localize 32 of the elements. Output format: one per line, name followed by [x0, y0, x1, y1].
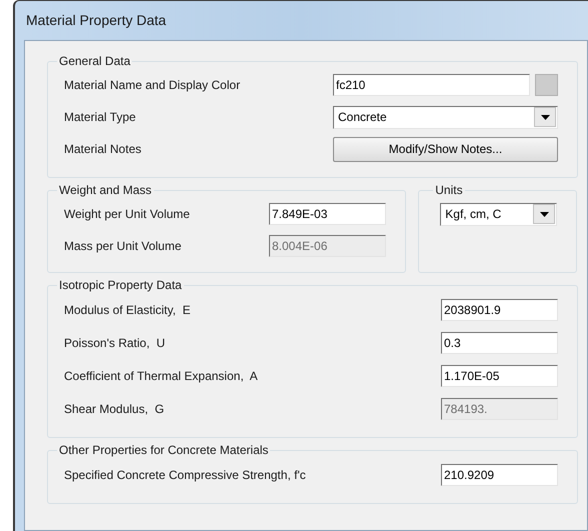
field-label: Coefficient of Thermal Expansion, A	[64, 368, 259, 384]
group-title: Weight and Mass	[58, 182, 152, 198]
window-title: Material Property Data	[26, 11, 166, 30]
color-swatch[interactable]	[535, 74, 558, 96]
field-label: Specified Concrete Compressive Strength, f'c	[64, 466, 307, 484]
dropdown[interactable]: Concrete	[333, 106, 558, 128]
field-label: Material Type	[64, 109, 137, 126]
input-field[interactable]: 7.849E-03	[269, 203, 386, 225]
dropdown-arrow-button[interactable]	[533, 204, 556, 224]
input-field[interactable]: fc210	[333, 74, 530, 96]
input-field[interactable]: 1.170E-05	[441, 364, 558, 386]
caret-icon	[540, 114, 550, 120]
notes-button[interactable]: Modify/Show Notes...	[333, 136, 558, 162]
input-field[interactable]: 2038901.9	[441, 298, 558, 320]
field-label: Material Notes	[64, 141, 142, 158]
caret-icon	[540, 212, 549, 216]
group-title: Other Properties for Concrete Materials	[58, 442, 270, 458]
dropdown[interactable]: Kgf, cm, C	[440, 202, 558, 226]
dropdown-arrow-button[interactable]	[534, 107, 556, 127]
group-title: Units	[434, 182, 464, 198]
field-label: Weight per Unit Volume	[64, 206, 191, 223]
dropdown-value: Kgf, cm, C	[445, 206, 502, 223]
field-label: Mass per Unit Volume	[64, 238, 182, 255]
dropdown-value: Concrete	[338, 109, 387, 126]
input-field[interactable]: 0.3	[441, 332, 558, 354]
field-label: Poisson's Ratio, U	[64, 334, 166, 352]
group-title: Isotropic Property Data	[58, 277, 183, 293]
field-label: Material Name and Display Color	[64, 77, 242, 94]
field-label: Shear Modulus, G	[64, 400, 166, 418]
group-title: General Data	[58, 53, 132, 69]
field-label: Modulus of Elasticity, E	[64, 302, 192, 318]
input-field[interactable]: 210.9209	[441, 464, 558, 486]
